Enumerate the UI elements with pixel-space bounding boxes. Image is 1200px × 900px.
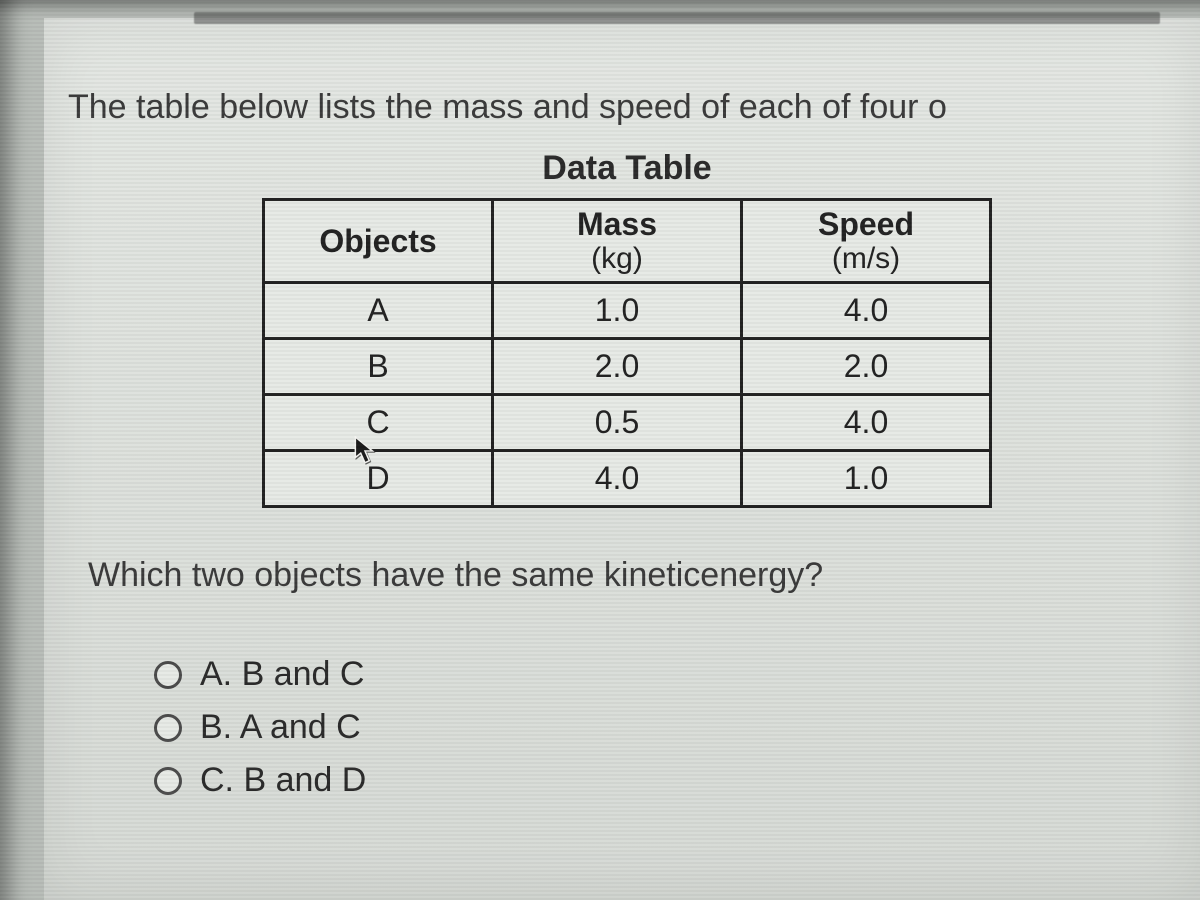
cell-mass: 2.0	[493, 339, 742, 395]
header-speed-label: Speed	[818, 206, 914, 242]
intro-text: The table below lists the mass and speed…	[68, 88, 1190, 127]
radio-icon[interactable]	[154, 714, 182, 742]
option-a[interactable]: A. B and C	[154, 655, 1190, 694]
header-objects-label: Objects	[319, 223, 436, 259]
table-title: Data Table	[347, 149, 907, 188]
option-text: A and C	[240, 708, 361, 746]
cell-mass: 0.5	[493, 395, 742, 451]
option-letter: B.	[200, 708, 232, 746]
cell-speed: 4.0	[742, 283, 991, 339]
table-row: B 2.0 2.0	[264, 339, 991, 395]
truncated-header-bar	[194, 12, 1160, 24]
option-letter: C.	[200, 761, 234, 799]
radio-icon[interactable]	[154, 661, 182, 689]
option-label: B. A and C	[200, 708, 361, 747]
cell-speed: 2.0	[742, 339, 991, 395]
table-header-row: Objects Mass (kg) Speed (m/s)	[264, 200, 991, 283]
option-text: B and C	[242, 655, 365, 693]
cell-speed: 1.0	[742, 451, 991, 507]
cell-object: B	[264, 339, 493, 395]
table-row: D 4.0 1.0	[264, 451, 991, 507]
table-row: C 0.5 4.0	[264, 395, 991, 451]
option-label: C. B and D	[200, 761, 366, 800]
header-speed-unit: (m/s)	[771, 242, 961, 275]
screen-frame: The table below lists the mass and speed…	[0, 0, 1200, 900]
cell-object: A	[264, 283, 493, 339]
data-table: Objects Mass (kg) Speed (m/s)	[262, 198, 992, 508]
cell-mass: 1.0	[493, 283, 742, 339]
question-page: The table below lists the mass and speed…	[44, 18, 1200, 900]
header-speed: Speed (m/s)	[742, 200, 991, 283]
option-label: A. B and C	[200, 655, 364, 694]
cell-mass: 4.0	[493, 451, 742, 507]
cell-object: D	[264, 451, 493, 507]
option-text: B and D	[243, 761, 366, 799]
option-letter: A.	[200, 655, 232, 693]
header-objects: Objects	[264, 200, 493, 283]
option-b[interactable]: B. A and C	[154, 708, 1190, 747]
header-mass-label: Mass	[577, 206, 657, 242]
answer-options: A. B and C B. A and C C. B and D	[154, 655, 1190, 800]
cell-speed: 4.0	[742, 395, 991, 451]
cell-object: C	[264, 395, 493, 451]
table-row: A 1.0 4.0	[264, 283, 991, 339]
question-content: The table below lists the mass and speed…	[44, 18, 1200, 824]
header-mass: Mass (kg)	[493, 200, 742, 283]
radio-icon[interactable]	[154, 767, 182, 795]
header-mass-unit: (kg)	[522, 242, 712, 275]
option-c[interactable]: C. B and D	[154, 761, 1190, 800]
question-text: Which two objects have the same kinetice…	[88, 556, 1190, 595]
